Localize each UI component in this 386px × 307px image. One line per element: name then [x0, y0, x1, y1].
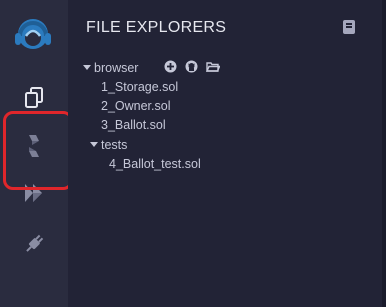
file-explorers-panel: FILE EXPLORERS browser 1_Storage.sol 2_O…: [68, 0, 386, 307]
panel-title: FILE EXPLORERS: [86, 19, 227, 36]
file-item[interactable]: 2_Owner.sol: [101, 99, 170, 113]
folder-label: tests: [101, 138, 128, 152]
solidity-compiler-icon[interactable]: [18, 130, 50, 162]
file-item[interactable]: 1_Storage.sol: [101, 80, 178, 94]
open-folder-icon[interactable]: [205, 60, 221, 78]
workspace-actions: [164, 60, 221, 78]
file-explorers-icon[interactable]: [18, 81, 50, 113]
workspace-label: browser: [94, 61, 139, 75]
file-item[interactable]: 3_Ballot.sol: [101, 118, 166, 132]
plugin-manager-icon[interactable]: [18, 228, 50, 260]
deploy-run-icon[interactable]: [18, 177, 50, 209]
caret-down-icon: [90, 142, 98, 148]
caret-down-icon: [83, 65, 91, 71]
file-item[interactable]: 4_Ballot_test.sol: [109, 157, 201, 171]
workspace-folder[interactable]: browser: [83, 61, 138, 75]
panel-docs-icon[interactable]: [343, 20, 355, 34]
github-icon[interactable]: [185, 60, 198, 78]
tests-folder[interactable]: tests: [90, 138, 127, 152]
remix-logo-icon[interactable]: [12, 14, 54, 54]
panel-border: [382, 0, 386, 307]
add-file-icon[interactable]: [164, 60, 177, 78]
icon-panel: [0, 0, 73, 307]
